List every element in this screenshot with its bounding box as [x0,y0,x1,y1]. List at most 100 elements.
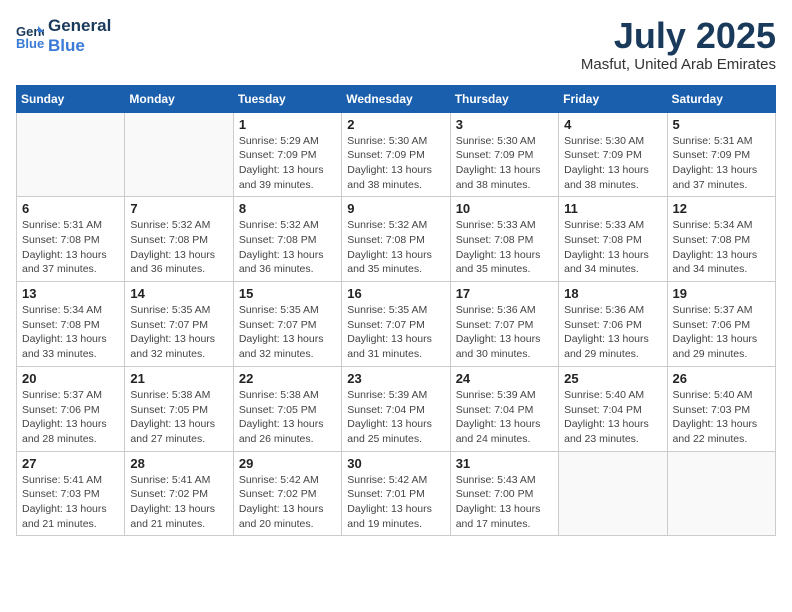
calendar-cell [667,451,775,536]
calendar-cell: 27 Sunrise: 5:41 AM Sunset: 7:03 PM Dayli… [17,451,125,536]
day-number: 27 [22,456,119,471]
day-detail: Sunrise: 5:39 AM Sunset: 7:04 PM Dayligh… [456,388,553,447]
day-detail: Sunrise: 5:30 AM Sunset: 7:09 PM Dayligh… [456,134,553,193]
calendar-cell: 9Sunrise: 5:32 AM Sunset: 7:08 PM Daylig… [342,197,450,282]
day-number: 1 [239,117,336,132]
day-detail: Sunrise: 5:34 AM Sunset: 7:08 PM Dayligh… [22,303,119,362]
day-number: 21 [130,371,227,386]
calendar-week-row: 27 Sunrise: 5:41 AM Sunset: 7:03 PM Dayli… [17,451,776,536]
calendar-cell: 5 Sunrise: 5:31 AM Sunset: 7:09 PM Daylig… [667,112,775,197]
day-detail: Sunrise: 5:39 AM Sunset: 7:04 PM Dayligh… [347,388,444,447]
day-detail: Sunrise: 5:29 AM Sunset: 7:09 PM Dayligh… [239,134,336,193]
day-number: 4 [564,117,661,132]
day-detail: Sunrise: 5:31 AM Sunset: 7:09 PM Dayligh… [673,134,770,193]
weekday-header: Saturday [667,85,775,112]
month-title: July 2025 [581,16,776,56]
day-detail: Sunrise: 5:32 AM Sunset: 7:08 PM Dayligh… [239,218,336,277]
day-number: 12 [673,201,770,216]
day-detail: Sunrise: 5:42 AM Sunset: 7:02 PM Dayligh… [239,473,336,532]
weekday-header: Thursday [450,85,558,112]
day-number: 29 [239,456,336,471]
calendar-cell: 2 Sunrise: 5:30 AM Sunset: 7:09 PM Daylig… [342,112,450,197]
logo: General Blue General Blue [16,16,111,55]
day-number: 15 [239,286,336,301]
day-number: 19 [673,286,770,301]
day-detail: Sunrise: 5:35 AM Sunset: 7:07 PM Dayligh… [130,303,227,362]
calendar-cell: 7 Sunrise: 5:32 AM Sunset: 7:08 PM Daylig… [125,197,233,282]
day-number: 11 [564,201,661,216]
day-number: 5 [673,117,770,132]
day-number: 22 [239,371,336,386]
calendar-cell: 18Sunrise: 5:36 AM Sunset: 7:06 PM Dayli… [559,282,667,367]
calendar-cell: 28 Sunrise: 5:41 AM Sunset: 7:02 PM Dayli… [125,451,233,536]
day-detail: Sunrise: 5:41 AM Sunset: 7:02 PM Dayligh… [130,473,227,532]
calendar-header-row: SundayMondayTuesdayWednesdayThursdayFrid… [17,85,776,112]
calendar-week-row: 6 Sunrise: 5:31 AM Sunset: 7:08 PM Daylig… [17,197,776,282]
calendar-cell: 6 Sunrise: 5:31 AM Sunset: 7:08 PM Daylig… [17,197,125,282]
calendar-cell: 26 Sunrise: 5:40 AM Sunset: 7:03 PM Dayli… [667,366,775,451]
day-number: 7 [130,201,227,216]
day-number: 17 [456,286,553,301]
day-detail: Sunrise: 5:40 AM Sunset: 7:03 PM Dayligh… [673,388,770,447]
calendar-cell: 25Sunrise: 5:40 AM Sunset: 7:04 PM Dayli… [559,366,667,451]
logo-icon: General Blue [16,22,44,50]
calendar-cell: 12 Sunrise: 5:34 AM Sunset: 7:08 PM Dayli… [667,197,775,282]
calendar-cell: 3 Sunrise: 5:30 AM Sunset: 7:09 PM Daylig… [450,112,558,197]
calendar-cell: 15 Sunrise: 5:35 AM Sunset: 7:07 PM Dayli… [233,282,341,367]
calendar-cell: 29 Sunrise: 5:42 AM Sunset: 7:02 PM Dayli… [233,451,341,536]
logo-text: General Blue [48,16,111,55]
calendar-week-row: 20 Sunrise: 5:37 AM Sunset: 7:06 PM Dayli… [17,366,776,451]
weekday-header: Sunday [17,85,125,112]
calendar-cell: 21 Sunrise: 5:38 AM Sunset: 7:05 PM Dayli… [125,366,233,451]
calendar-cell: 11 Sunrise: 5:33 AM Sunset: 7:08 PM Dayli… [559,197,667,282]
weekday-header: Monday [125,85,233,112]
day-number: 26 [673,371,770,386]
day-detail: Sunrise: 5:41 AM Sunset: 7:03 PM Dayligh… [22,473,119,532]
day-number: 2 [347,117,444,132]
calendar-cell: 1 Sunrise: 5:29 AM Sunset: 7:09 PM Daylig… [233,112,341,197]
day-number: 28 [130,456,227,471]
day-detail: Sunrise: 5:33 AM Sunset: 7:08 PM Dayligh… [564,218,661,277]
weekday-header: Wednesday [342,85,450,112]
day-detail: Sunrise: 5:31 AM Sunset: 7:08 PM Dayligh… [22,218,119,277]
location-subtitle: Masfut, United Arab Emirates [581,56,776,73]
day-detail: Sunrise: 5:36 AM Sunset: 7:06 PM Dayligh… [564,303,661,362]
calendar-cell: 17 Sunrise: 5:36 AM Sunset: 7:07 PM Dayli… [450,282,558,367]
day-detail: Sunrise: 5:37 AM Sunset: 7:06 PM Dayligh… [22,388,119,447]
day-detail: Sunrise: 5:32 AM Sunset: 7:08 PM Dayligh… [130,218,227,277]
title-block: July 2025 Masfut, United Arab Emirates [581,16,776,73]
calendar-cell: 19 Sunrise: 5:37 AM Sunset: 7:06 PM Dayli… [667,282,775,367]
day-detail: Sunrise: 5:38 AM Sunset: 7:05 PM Dayligh… [130,388,227,447]
calendar-cell: 10Sunrise: 5:33 AM Sunset: 7:08 PM Dayli… [450,197,558,282]
day-number: 20 [22,371,119,386]
calendar-cell: 31Sunrise: 5:43 AM Sunset: 7:00 PM Dayli… [450,451,558,536]
day-number: 6 [22,201,119,216]
weekday-header: Tuesday [233,85,341,112]
calendar-cell [17,112,125,197]
day-detail: Sunrise: 5:32 AM Sunset: 7:08 PM Dayligh… [347,218,444,277]
calendar-cell: 16Sunrise: 5:35 AM Sunset: 7:07 PM Dayli… [342,282,450,367]
svg-text:Blue: Blue [16,36,44,50]
day-detail: Sunrise: 5:34 AM Sunset: 7:08 PM Dayligh… [673,218,770,277]
day-number: 3 [456,117,553,132]
day-number: 31 [456,456,553,471]
day-detail: Sunrise: 5:40 AM Sunset: 7:04 PM Dayligh… [564,388,661,447]
day-detail: Sunrise: 5:42 AM Sunset: 7:01 PM Dayligh… [347,473,444,532]
day-detail: Sunrise: 5:33 AM Sunset: 7:08 PM Dayligh… [456,218,553,277]
day-number: 30 [347,456,444,471]
day-detail: Sunrise: 5:38 AM Sunset: 7:05 PM Dayligh… [239,388,336,447]
calendar-cell: 23 Sunrise: 5:39 AM Sunset: 7:04 PM Dayli… [342,366,450,451]
calendar-cell: 14Sunrise: 5:35 AM Sunset: 7:07 PM Dayli… [125,282,233,367]
calendar-cell: 4Sunrise: 5:30 AM Sunset: 7:09 PM Daylig… [559,112,667,197]
page-header: General Blue General Blue July 2025 Masf… [16,16,776,73]
weekday-header: Friday [559,85,667,112]
day-detail: Sunrise: 5:30 AM Sunset: 7:09 PM Dayligh… [347,134,444,193]
day-detail: Sunrise: 5:35 AM Sunset: 7:07 PM Dayligh… [239,303,336,362]
day-number: 23 [347,371,444,386]
calendar-table: SundayMondayTuesdayWednesdayThursdayFrid… [16,85,776,537]
day-detail: Sunrise: 5:37 AM Sunset: 7:06 PM Dayligh… [673,303,770,362]
day-detail: Sunrise: 5:36 AM Sunset: 7:07 PM Dayligh… [456,303,553,362]
calendar-cell [125,112,233,197]
day-detail: Sunrise: 5:35 AM Sunset: 7:07 PM Dayligh… [347,303,444,362]
calendar-cell: 30 Sunrise: 5:42 AM Sunset: 7:01 PM Dayli… [342,451,450,536]
